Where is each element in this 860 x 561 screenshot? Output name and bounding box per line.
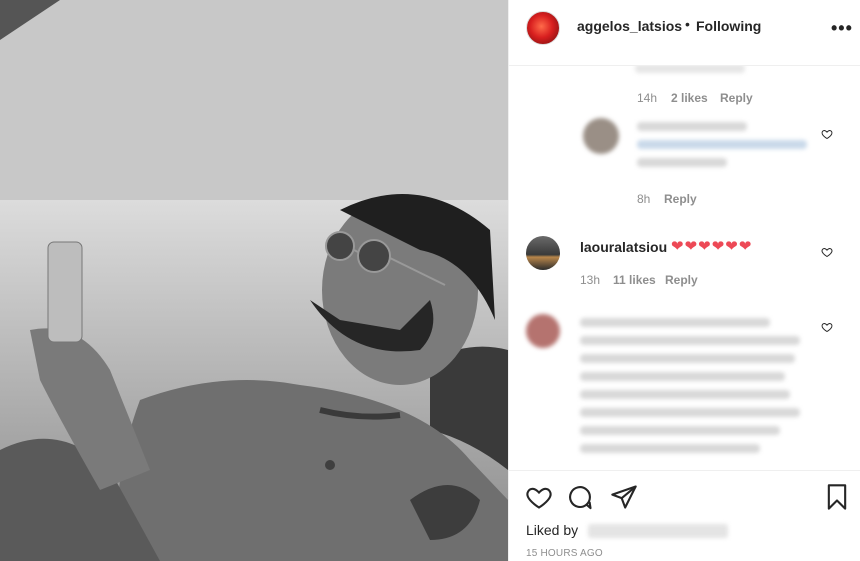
blurred-comment-text — [580, 426, 780, 435]
post-photo[interactable] — [0, 0, 508, 561]
liked-by-line: Liked by — [526, 522, 729, 539]
comment-time: 8h — [637, 192, 651, 206]
blurred-comment-text — [580, 372, 785, 381]
comment-like-icon[interactable] — [821, 246, 833, 258]
comment-time: 14h — [637, 91, 658, 105]
commenter-avatar[interactable] — [583, 118, 619, 154]
comment-icon[interactable] — [566, 483, 594, 511]
comment-like-icon[interactable] — [821, 128, 833, 140]
blurred-comment-text — [580, 390, 790, 399]
post-actions: Liked by 15 HOURS AGO — [509, 470, 860, 561]
more-options-icon[interactable]: ••• — [831, 18, 853, 39]
comment-reply-button[interactable]: Reply — [665, 273, 698, 287]
blurred-comment-text — [637, 140, 807, 149]
blurred-comment-text — [580, 354, 795, 363]
blurred-comment-text — [635, 66, 745, 73]
blurred-comment-text — [637, 122, 747, 131]
comment-likes[interactable]: 2 likes — [671, 91, 708, 105]
blurred-comment-text — [637, 158, 727, 167]
post-header: aggelos_latsios • Following ••• — [509, 0, 860, 66]
following-button[interactable]: Following — [696, 18, 761, 34]
comment-like-icon[interactable] — [821, 321, 833, 333]
commenter-avatar[interactable] — [526, 314, 560, 348]
blurred-comment-text — [580, 318, 770, 327]
blurred-comment-text — [580, 444, 760, 453]
comment-time: 13h — [580, 273, 601, 287]
comments-list[interactable]: 14h 2 likes Reply 8h Reply laouralatsiou… — [509, 66, 860, 470]
author-avatar[interactable] — [526, 11, 560, 45]
liked-by-blurred-names[interactable] — [588, 524, 729, 539]
commenter-avatar[interactable] — [526, 236, 560, 270]
liked-by-label: Liked by — [526, 522, 579, 538]
post-side-panel: aggelos_latsios • Following ••• 14h 2 li… — [508, 0, 860, 561]
share-icon[interactable] — [610, 483, 638, 511]
photo-illustration — [0, 0, 508, 561]
author-username[interactable]: aggelos_latsios — [577, 18, 682, 34]
commenter-username[interactable]: laouralatsiou — [580, 239, 667, 255]
comment-reply-button[interactable]: Reply — [664, 192, 697, 206]
blurred-comment-text — [580, 336, 800, 345]
comment-text: ❤❤❤❤❤❤ — [671, 238, 753, 255]
comment-reply-button[interactable]: Reply — [720, 91, 753, 105]
header-separator: • — [685, 16, 690, 32]
save-icon[interactable] — [823, 483, 851, 511]
blurred-comment-text — [580, 408, 800, 417]
post-timestamp[interactable]: 15 HOURS AGO — [526, 548, 603, 559]
like-icon[interactable] — [525, 483, 553, 511]
comment-likes[interactable]: 11 likes — [613, 273, 656, 287]
